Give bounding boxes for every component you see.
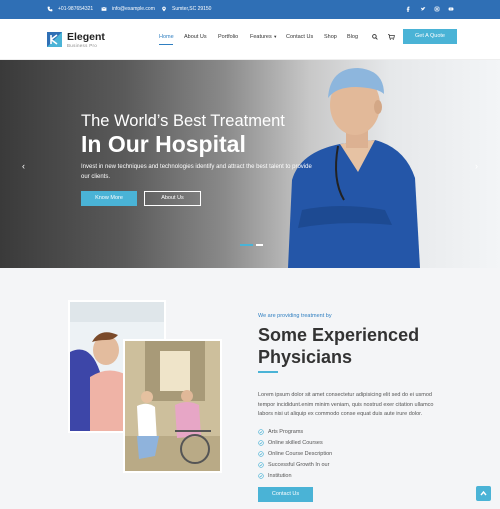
top-bar: +01-987654321 info@example.com Sumter,SC… [0, 0, 500, 19]
hero-description: Invest in new techniques and technologie… [81, 164, 312, 180]
check-circle-icon [258, 450, 264, 457]
slider-dot-active[interactable] [240, 244, 253, 246]
mail-icon [101, 7, 107, 11]
title-underline [258, 371, 278, 373]
address-item: Sumter,SC 29150 [161, 6, 211, 12]
section-title-line1: Some Experienced [258, 325, 420, 345]
nurse-patient-image [125, 341, 220, 471]
list-item-label: Online Course Description [268, 450, 333, 457]
check-circle-icon [258, 472, 264, 479]
hero-slider: The World’s Best Treatment In Our Hospit… [0, 60, 500, 268]
slider-prev-arrow[interactable]: ‹ [22, 161, 25, 171]
check-circle-icon [258, 461, 264, 468]
nav-shop[interactable]: Shop [324, 34, 337, 40]
section-eyebrow: We are providing treatment by [258, 313, 332, 319]
list-item-label: Institution [268, 472, 292, 479]
chevron-up-icon [480, 490, 487, 496]
list-item: Online skilled Courses [258, 437, 332, 448]
slider-dot[interactable] [256, 244, 263, 246]
hero-title-line1: The World’s Best Treatment [81, 112, 285, 130]
scroll-to-top-button[interactable] [476, 486, 491, 501]
about-us-button[interactable]: About Us [144, 191, 201, 206]
instagram-icon[interactable] [434, 6, 440, 12]
hospital-photo [123, 339, 222, 473]
check-circle-icon [258, 439, 264, 446]
logo-title[interactable]: Elegent [67, 31, 105, 43]
phone-icon [47, 6, 53, 12]
chevron-down-icon: ▼ [273, 34, 278, 39]
nav-home[interactable]: Home [159, 34, 174, 40]
phone-text: +01-987654321 [58, 6, 94, 12]
logo-subtitle: Business Pro [67, 43, 98, 48]
nav-features[interactable]: Features ▼ [250, 34, 277, 40]
list-item: Arts Programs [258, 426, 332, 437]
search-icon[interactable] [372, 34, 378, 40]
list-item-label: Successful Growth In our [268, 461, 330, 468]
twitter-icon[interactable] [420, 6, 426, 12]
checklist: Arts Programs Online skilled Courses Onl… [258, 426, 332, 481]
nav-portfolio[interactable]: Portfolio [218, 34, 238, 40]
nav-about[interactable]: About Us [184, 34, 207, 40]
cart-icon[interactable] [388, 34, 395, 40]
list-item: Online Course Description [258, 448, 332, 459]
list-item: Successful Growth In our [258, 459, 332, 470]
contact-us-button[interactable]: Contact Us [258, 487, 313, 502]
get-quote-button[interactable]: Get A Quote [403, 29, 457, 44]
location-icon [162, 6, 166, 12]
check-circle-icon [258, 428, 264, 435]
phone-item[interactable]: +01-987654321 [47, 6, 93, 12]
nav-blog[interactable]: Blog [347, 34, 358, 40]
nav-features-label: Features [250, 34, 272, 40]
list-item-label: Online skilled Courses [268, 439, 323, 446]
hero-title-line2: In Our Hospital [81, 131, 246, 157]
logo-icon[interactable] [47, 32, 62, 47]
list-item: Institution [258, 470, 332, 481]
address-text: Sumter,SC 29150 [172, 6, 212, 12]
slider-next-arrow[interactable]: › [475, 161, 478, 171]
know-more-button[interactable]: Know More [81, 191, 137, 206]
email-text: info@example.com [112, 6, 155, 12]
nav-contact[interactable]: Contact Us [286, 34, 313, 40]
section-title-line2: Physicians [258, 347, 353, 367]
youtube-icon[interactable] [448, 6, 454, 12]
site-header: Elegent Business Pro Home About Us Portf… [0, 19, 500, 60]
list-item-label: Arts Programs [268, 428, 304, 435]
email-item[interactable]: info@example.com [101, 6, 155, 12]
facebook-icon[interactable] [405, 6, 411, 12]
section-description: Lorem ipsum dolor sit amet consectetur a… [258, 392, 434, 417]
nav-active-indicator [159, 44, 173, 45]
